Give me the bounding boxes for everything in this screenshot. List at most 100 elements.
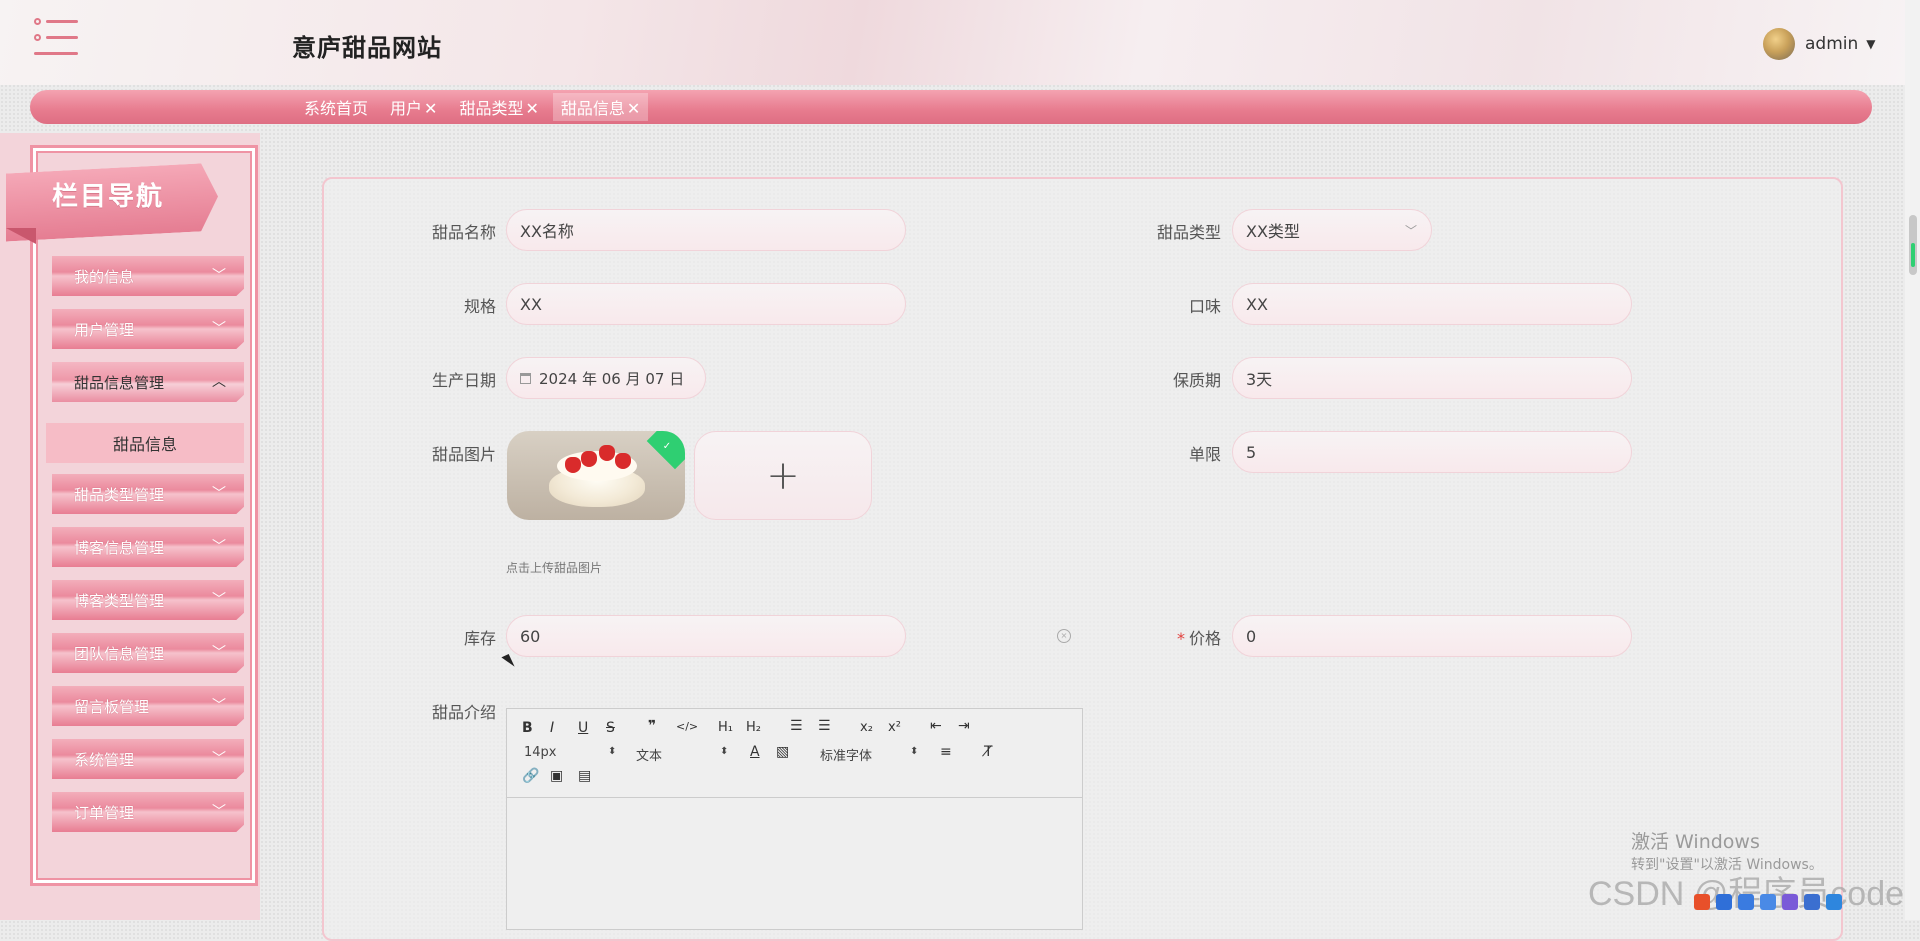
user-menu[interactable]: admin ▼: [1763, 28, 1876, 60]
limit-input[interactable]: 5: [1232, 431, 1632, 473]
sidebar-item-dessert-info-mgmt[interactable]: 甜品信息管理 ︿: [52, 362, 244, 402]
user-name: admin: [1805, 34, 1859, 54]
chevron-down-icon: ﹀: [212, 645, 226, 661]
stock-input[interactable]: 60: [506, 615, 906, 657]
updown-icon: ⬍: [720, 746, 729, 757]
link-icon[interactable]: 🔗: [522, 768, 539, 784]
chevron-down-icon: ﹀: [212, 268, 226, 284]
h2-button[interactable]: H₂: [746, 720, 761, 735]
screenshot-icon[interactable]: [1760, 894, 1776, 910]
flavor-value: XX: [1246, 294, 1268, 314]
sidebar-item-user-mgmt[interactable]: 用户管理 ﹀: [52, 309, 244, 349]
tab-home[interactable]: 系统首页: [296, 93, 376, 121]
editor-toolbar: B I U S ❞ </> H₁ H₂ ☰ ☰ x₂ x² ⇤ ⇥ 14px ⬍ …: [507, 709, 1082, 798]
stock-label: 库存: [463, 629, 496, 648]
type-select[interactable]: XX类型 ﹀: [1232, 209, 1432, 251]
shelf-life-input[interactable]: 3天: [1232, 357, 1632, 399]
sidebar-item-my-info[interactable]: 我的信息 ﹀: [52, 256, 244, 296]
shelf-life-value: 3天: [1246, 370, 1273, 389]
image-icon[interactable]: ▣: [550, 768, 563, 784]
sidebar-item-label: 博客信息管理: [74, 539, 165, 557]
mic-icon[interactable]: [1738, 894, 1754, 910]
spec-input[interactable]: XX: [506, 283, 906, 325]
italic-button[interactable]: I: [550, 720, 554, 736]
superscript-button[interactable]: x²: [888, 720, 901, 735]
indent-icon[interactable]: ⇥: [958, 718, 970, 734]
scrollbar-thumb[interactable]: [1909, 215, 1917, 275]
sidebar-item-team-info-mgmt[interactable]: 团队信息管理 ﹀: [52, 633, 244, 673]
menu-toggle-icon[interactable]: [34, 18, 78, 58]
sidebar-item-order-mgmt[interactable]: 订单管理 ﹀: [52, 792, 244, 832]
subscript-button[interactable]: x₂: [860, 720, 873, 735]
keyboard-icon[interactable]: [1716, 894, 1732, 910]
date-picker[interactable]: 2024 年 06 月 07 日: [506, 357, 706, 399]
strike-button[interactable]: S: [606, 720, 615, 736]
bullet-list-icon[interactable]: ☰: [818, 718, 831, 734]
date-value: 2024 年 06 月 07 日: [539, 369, 685, 388]
bold-button[interactable]: B: [522, 720, 533, 736]
type-value: XX类型: [1246, 222, 1300, 241]
bg-color-icon[interactable]: ▧: [776, 744, 789, 760]
image-label: 甜品图片: [431, 445, 496, 464]
sidebar-item-label: 用户管理: [74, 321, 135, 339]
caret-down-icon: ▼: [1866, 37, 1876, 51]
ime-icon[interactable]: [1694, 894, 1710, 910]
sidebar-subitem-dessert-info[interactable]: 甜品信息: [46, 423, 244, 463]
skin-icon[interactable]: [1782, 894, 1798, 910]
tab-label: 甜品信息: [560, 99, 625, 118]
sidebar-item-label: 留言板管理: [74, 698, 150, 716]
top-header: 意庐甜品网站 admin ▼: [0, 0, 1905, 85]
upload-success-badge: [646, 431, 685, 470]
font-family-value: 标准字体: [820, 749, 873, 764]
blockquote-icon[interactable]: ❞: [648, 718, 656, 734]
sidebar-item-message-board-mgmt[interactable]: 留言板管理 ﹀: [52, 686, 244, 726]
clear-icon[interactable]: ×: [1057, 629, 1071, 643]
font-size-select[interactable]: 14px ⬍: [524, 745, 617, 760]
close-icon[interactable]: ✕: [627, 99, 640, 118]
flavor-input[interactable]: XX: [1232, 283, 1632, 325]
sidebar-item-label: 我的信息: [74, 268, 135, 286]
limit-value: 5: [1246, 442, 1257, 462]
sidebar-item-blog-info-mgmt[interactable]: 博客信息管理 ﹀: [52, 527, 244, 567]
sidebar-item-label: 订单管理: [74, 804, 135, 822]
video-icon[interactable]: ▤: [578, 768, 591, 784]
sidebar-item-label: 系统管理: [74, 751, 135, 769]
page-scrollbar[interactable]: [1905, 0, 1920, 920]
updown-icon: ⬍: [910, 746, 919, 757]
close-icon[interactable]: ✕: [424, 99, 437, 118]
tab-dessert-info[interactable]: 甜品信息 ✕: [552, 93, 649, 121]
name-label: 甜品名称: [431, 223, 496, 242]
chevron-down-icon: ﹀: [212, 804, 226, 820]
underline-button[interactable]: U: [578, 720, 588, 736]
updown-icon: ⬍: [608, 746, 617, 757]
date-label: 生产日期: [431, 371, 496, 390]
tool-icon[interactable]: [1804, 894, 1820, 910]
outdent-icon[interactable]: ⇤: [930, 718, 942, 734]
sidebar-item-dessert-type-mgmt[interactable]: 甜品类型管理 ﹀: [52, 474, 244, 514]
price-input[interactable]: 0: [1232, 615, 1632, 657]
code-icon[interactable]: </>: [676, 720, 698, 733]
sidebar-item-blog-type-mgmt[interactable]: 博客类型管理 ﹀: [52, 580, 244, 620]
required-mark: *: [1176, 629, 1185, 648]
paragraph-select[interactable]: 文本 ⬍: [636, 745, 729, 764]
h1-button[interactable]: H₁: [718, 720, 733, 735]
align-icon[interactable]: ≡: [940, 744, 952, 760]
editor-content-area[interactable]: [507, 798, 1082, 928]
tab-user[interactable]: 用户 ✕: [382, 93, 445, 121]
sidebar-item-system-mgmt[interactable]: 系统管理 ﹀: [52, 739, 244, 779]
name-value: XX名称: [520, 222, 574, 241]
grid-icon[interactable]: [1826, 894, 1842, 910]
font-color-icon[interactable]: A: [750, 744, 760, 760]
rich-text-editor[interactable]: B I U S ❞ </> H₁ H₂ ☰ ☰ x₂ x² ⇤ ⇥ 14px ⬍ …: [506, 708, 1083, 930]
clear-format-icon[interactable]: T̸: [984, 744, 993, 760]
upload-add-button[interactable]: +: [694, 431, 872, 520]
uploaded-image[interactable]: [507, 431, 685, 520]
font-family-select[interactable]: 标准字体 ⬍: [820, 745, 920, 764]
spec-value: XX: [520, 294, 542, 314]
tab-dessert-type[interactable]: 甜品类型 ✕: [451, 93, 546, 121]
tab-label: 甜品类型: [459, 99, 524, 118]
close-icon[interactable]: ✕: [525, 99, 538, 118]
price-value: 0: [1246, 626, 1257, 646]
name-input[interactable]: XX名称: [506, 209, 906, 251]
ordered-list-icon[interactable]: ☰: [790, 718, 803, 734]
